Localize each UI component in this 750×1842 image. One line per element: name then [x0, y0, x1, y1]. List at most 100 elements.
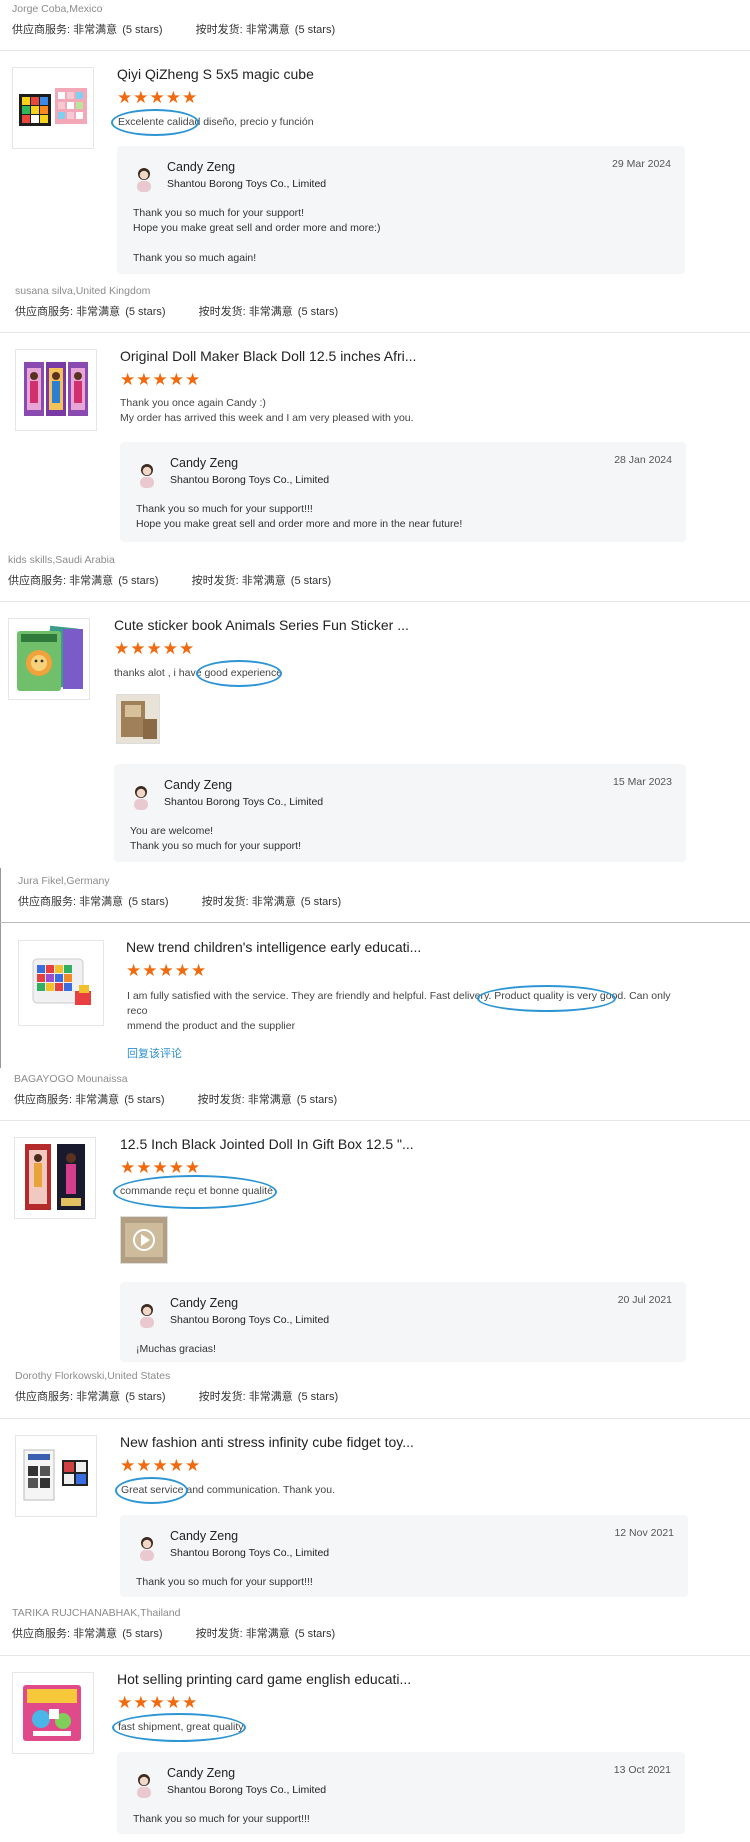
reply-company-name: Shantou Borong Toys Co., Limited — [170, 1314, 330, 1326]
divider — [0, 50, 750, 51]
seller-reply: Candy Zeng Shantou Borong Toys Co., Limi… — [114, 764, 686, 862]
reply-date: 20 Jul 2021 — [617, 1294, 672, 1306]
supplier-service-rating: 供应商服务: 非常满意 (5 stars) — [12, 1628, 163, 1640]
star-icon: ★ — [165, 1693, 181, 1712]
reply-author-name: Candy Zeng — [167, 1766, 236, 1780]
review-video[interactable] — [120, 1216, 168, 1264]
product-thumbnail[interactable] — [12, 67, 94, 149]
reply-message: Thank you so much for your support! Hope… — [133, 207, 381, 264]
star-icon: ★ — [185, 1158, 201, 1177]
star-rating: ★★★★★ — [126, 961, 207, 980]
shipping-rating: 按时发货: 非常满意 (5 stars) — [195, 24, 336, 36]
reply-date: 13 Oct 2021 — [613, 1764, 671, 1776]
sticker-book-image — [9, 619, 89, 699]
star-icon: ★ — [136, 1158, 152, 1177]
seller-reply: Candy Zeng Shantou Borong Toys Co., Limi… — [120, 1282, 686, 1362]
seller-reply: Candy Zeng Shantou Borong Toys Co., Limi… — [117, 146, 685, 274]
supplier-service-rating: 供应商服务: 非常满意 (5 stars) — [12, 24, 163, 36]
reviewer-name: Dorothy Florkowski,United States — [15, 1370, 171, 1382]
divider — [0, 601, 750, 602]
reply-company-name: Shantou Borong Toys Co., Limited — [167, 178, 327, 190]
star-icon: ★ — [120, 370, 136, 389]
supplier-service-rating: 供应商服务: 非常满意 (5 stars) — [14, 1094, 165, 1106]
star-icon: ★ — [168, 1158, 184, 1177]
reply-author-name: Candy Zeng — [170, 1529, 239, 1543]
reply-message: You are welcome! Thank you so much for y… — [130, 825, 301, 852]
seller-avatar — [140, 464, 154, 488]
star-icon: ★ — [149, 88, 165, 107]
star-icon: ★ — [133, 88, 149, 107]
product-thumbnail[interactable] — [12, 1672, 94, 1754]
reply-date: 28 Jan 2024 — [614, 454, 672, 466]
reply-to-review-link[interactable]: 回复该评论 — [127, 1045, 182, 1061]
reviewer-name: TARIKA RUJCHANABHAK,Thailand — [12, 1607, 181, 1619]
star-icon: ★ — [168, 1456, 184, 1475]
doll-box-image — [16, 350, 96, 430]
seller-avatar — [140, 1304, 154, 1328]
infinity-cube-image — [16, 1436, 96, 1516]
star-icon: ★ — [158, 961, 174, 980]
shipping-rating: 按时发货: 非常满意 (5 stars) — [195, 1628, 336, 1640]
product-title[interactable]: Hot selling printing card game english e… — [117, 1671, 411, 1687]
reviewer-name: kids skills,Saudi Arabia — [8, 554, 115, 566]
seller-reply: Candy Zeng Shantou Borong Toys Co., Limi… — [120, 1515, 688, 1597]
reviewer-name: Jura Fikel,Germany — [18, 875, 110, 887]
divider — [0, 1655, 750, 1656]
product-thumbnail[interactable] — [18, 940, 104, 1026]
star-icon: ★ — [133, 1693, 149, 1712]
star-icon: ★ — [152, 370, 168, 389]
star-rating: ★★★★★ — [120, 1158, 201, 1177]
reply-company-name: Shantou Borong Toys Co., Limited — [170, 474, 330, 486]
seller-avatar — [137, 168, 151, 192]
reviews-page: Jorge Coba,Mexico 供应商服务: 非常满意 (5 stars) … — [0, 0, 750, 1842]
reply-author-name: Candy Zeng — [170, 456, 239, 470]
star-icon: ★ — [191, 961, 207, 980]
seller-avatar — [140, 1537, 154, 1561]
product-thumbnail[interactable] — [15, 349, 97, 431]
review-meta: Jura Fikel,Germany 供应商服务: 非常满意 (5 stars)… — [18, 875, 371, 909]
star-icon: ★ — [182, 1693, 198, 1712]
star-icon: ★ — [174, 961, 190, 980]
review-meta: Dorothy Florkowski,United States 供应商服务: … — [15, 1370, 368, 1404]
left-border-line — [0, 868, 1, 1068]
star-icon: ★ — [120, 1158, 136, 1177]
reply-company-name: Shantou Borong Toys Co., Limited — [167, 1784, 327, 1796]
star-icon: ★ — [182, 88, 198, 107]
product-thumbnail[interactable] — [15, 1435, 97, 1517]
highlight-circle — [477, 985, 616, 1012]
reviewer-name: BAGAYOGO Mounaissa — [14, 1073, 128, 1085]
product-title[interactable]: Original Doll Maker Black Doll 12.5 inch… — [120, 348, 416, 364]
review-comment: Thank you once again Candy :) My order h… — [120, 397, 414, 424]
reply-message: Thank you so much for your support!!! — [136, 1576, 313, 1588]
review-meta: kids skills,Saudi Arabia 供应商服务: 非常满意 (5 … — [8, 554, 361, 588]
shipping-rating: 按时发货: 非常满意 (5 stars) — [191, 575, 332, 587]
product-title[interactable]: Qiyi QiZheng S 5x5 magic cube — [117, 66, 314, 82]
star-icon: ★ — [136, 1456, 152, 1475]
shipping-rating: 按时发货: 非常满意 (5 stars) — [198, 306, 339, 318]
highlight-circle — [196, 660, 282, 687]
star-icon: ★ — [185, 370, 201, 389]
product-thumbnail[interactable] — [8, 618, 90, 700]
review-photo[interactable] — [116, 694, 160, 744]
star-icon: ★ — [152, 1456, 168, 1475]
star-icon: ★ — [142, 961, 158, 980]
product-title[interactable]: 12.5 Inch Black Jointed Doll In Gift Box… — [120, 1136, 414, 1152]
reply-message: ¡Muchas gracias! — [136, 1343, 216, 1355]
star-rating: ★★★★★ — [117, 88, 198, 107]
star-icon: ★ — [165, 88, 181, 107]
star-icon: ★ — [168, 370, 184, 389]
product-title[interactable]: New fashion anti stress infinity cube fi… — [120, 1434, 414, 1450]
reply-company-name: Shantou Borong Toys Co., Limited — [164, 796, 324, 808]
product-title[interactable]: New trend children's intelligence early … — [126, 939, 421, 955]
seller-avatar — [134, 786, 148, 810]
reply-company-name: Shantou Borong Toys Co., Limited — [170, 1547, 330, 1559]
review-meta: Jorge Coba,Mexico 供应商服务: 非常满意 (5 stars) … — [12, 3, 365, 37]
star-icon: ★ — [117, 88, 133, 107]
product-thumbnail[interactable] — [14, 1137, 96, 1219]
star-icon: ★ — [130, 639, 146, 658]
shipping-rating: 按时发货: 非常满意 (5 stars) — [198, 1391, 339, 1403]
seller-avatar — [137, 1774, 151, 1798]
product-title[interactable]: Cute sticker book Animals Series Fun Sti… — [114, 617, 409, 633]
supplier-service-rating: 供应商服务: 非常满意 (5 stars) — [15, 1391, 166, 1403]
star-icon: ★ — [185, 1456, 201, 1475]
